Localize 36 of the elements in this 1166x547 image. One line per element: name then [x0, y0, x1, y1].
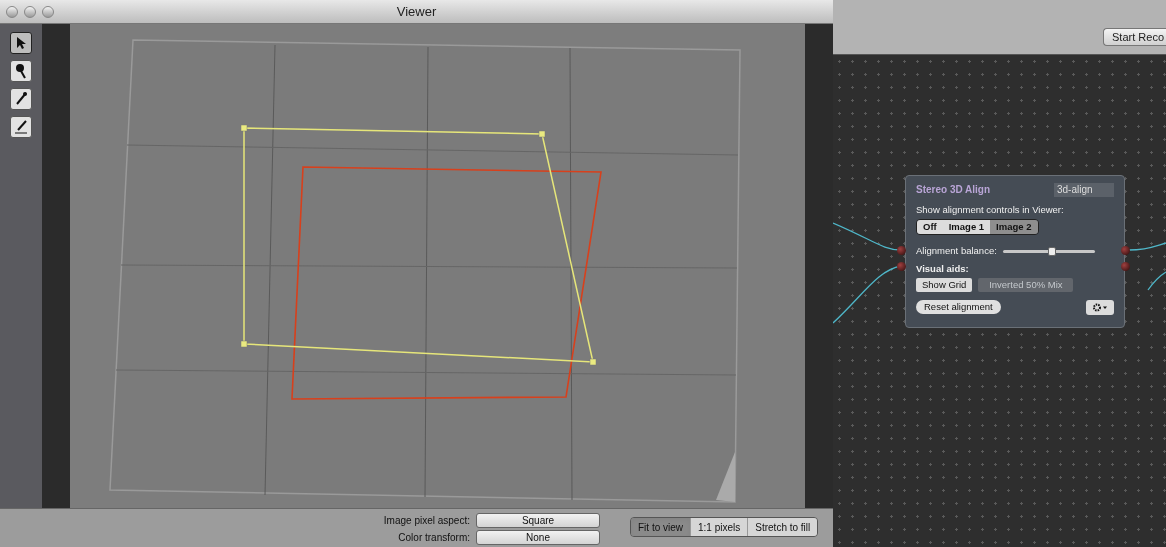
- controls-label: Show alignment controls in Viewer:: [916, 203, 1065, 217]
- field-label: Color transform:: [398, 531, 470, 545]
- reset-button[interactable]: Reset alignment: [916, 300, 1001, 315]
- slider-thumb[interactable]: [1047, 246, 1056, 256]
- visual-aids-label: Visual aids:: [916, 261, 970, 276]
- start-button[interactable]: Start Reco: [1103, 28, 1166, 46]
- window-control-icon[interactable]: [42, 5, 54, 18]
- segment-button[interactable]: Image 2: [990, 220, 1038, 235]
- connection-line: [1147, 271, 1166, 291]
- node-name-field[interactable]: 3d-align: [1054, 182, 1114, 197]
- tool-button[interactable]: [10, 60, 32, 82]
- field-label: Image pixel aspect:: [383, 514, 470, 528]
- window-control-icon[interactable]: [24, 5, 36, 18]
- alignment-quad-drawing[interactable]: [240, 124, 597, 366]
- dropdown-button[interactable]: Square: [476, 513, 600, 528]
- tool-button[interactable]: [10, 88, 32, 110]
- tool-button[interactable]: [10, 116, 32, 138]
- segment-button[interactable]: Off: [917, 220, 943, 235]
- window-title: Viewer: [396, 2, 437, 21]
- settings-icon: [1092, 302, 1108, 312]
- connection-line: [1128, 242, 1166, 251]
- segment-button[interactable]: 1:1 pixels: [690, 518, 748, 536]
- segment-button[interactable]: Stretch to fill: [747, 518, 818, 536]
- segment-button[interactable]: Fit to view: [631, 518, 690, 536]
- balance-label: Alignment balance:: [916, 244, 997, 259]
- segment-button[interactable]: Image 1: [942, 220, 991, 235]
- toggle-button[interactable]: Show Grid: [916, 277, 973, 292]
- eyedropper-icon: [14, 119, 28, 135]
- pin-icon: [15, 63, 27, 79]
- node-title: Stereo 3D Align: [916, 183, 991, 197]
- settings-button[interactable]: [1086, 299, 1114, 315]
- window-control-icon[interactable]: [6, 5, 18, 18]
- arrow-pointer-icon: [15, 36, 27, 50]
- eyedropper-icon: [14, 91, 28, 107]
- dropdown-button[interactable]: None: [476, 530, 600, 545]
- tool-button[interactable]: [10, 32, 32, 54]
